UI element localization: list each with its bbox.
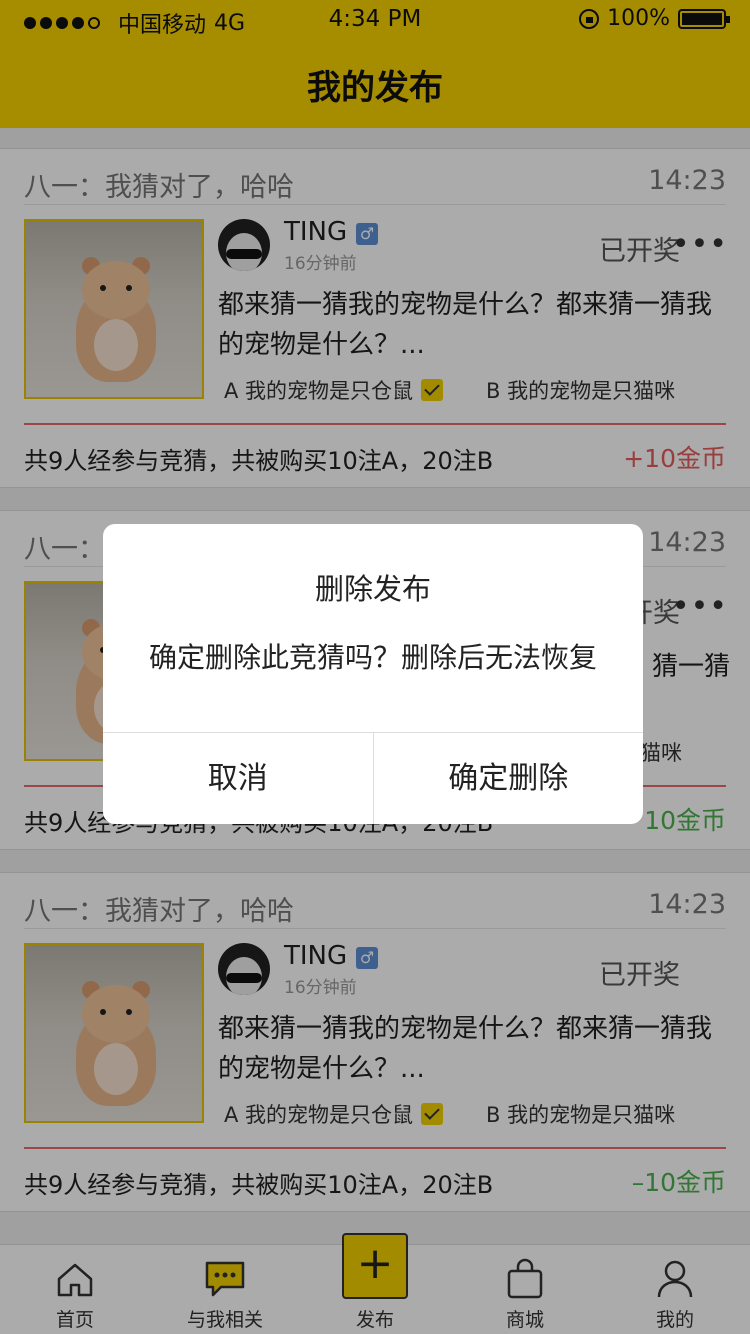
dialog-message: 确定删除此竞猜吗？删除后无法恢复 bbox=[148, 641, 597, 674]
cancel-button[interactable]: 取消 bbox=[103, 733, 373, 824]
delete-dialog: 删除发布 确定删除此竞猜吗？删除后无法恢复 取消 确定删除 bbox=[103, 524, 643, 824]
dialog-actions: 取消 确定删除 bbox=[103, 732, 643, 824]
confirm-delete-button[interactable]: 确定删除 bbox=[372, 733, 644, 824]
dialog-title: 删除发布 bbox=[314, 572, 431, 606]
